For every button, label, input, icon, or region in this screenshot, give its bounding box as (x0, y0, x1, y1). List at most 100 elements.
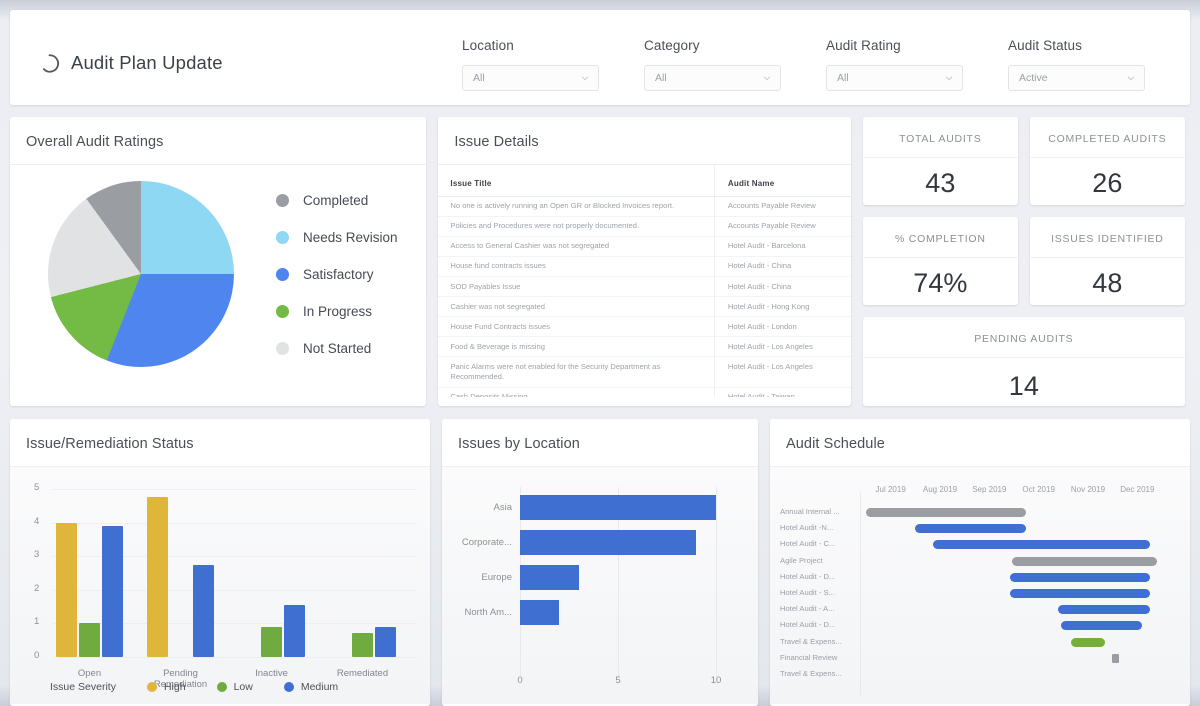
x-axis-category: Remediated (336, 668, 389, 679)
kpi-issues-identified[interactable]: ISSUES IDENTIFIED 48 (1029, 217, 1185, 305)
bar[interactable] (520, 600, 560, 625)
legend-item[interactable]: Satisfactory (276, 267, 398, 282)
kpi-pending-audits-label: PENDING AUDITS (974, 333, 1074, 345)
pie-slices (48, 181, 234, 367)
legend-item[interactable]: Completed (276, 193, 398, 208)
gantt-task-label: Hotel Audit -N... (780, 523, 834, 533)
cell-audit-name: Hotel Audit - Barcelona (714, 236, 851, 258)
y-axis-tick: 5 (34, 482, 40, 493)
table-row[interactable]: Cash Deposits Missing Hotel Audit - Taiwa… (438, 387, 851, 397)
bar-high[interactable] (56, 522, 77, 657)
legend-item[interactable]: Not Started (276, 341, 398, 356)
gantt-task-label: Financial Review (780, 652, 838, 662)
filter-category-select[interactable]: All (644, 65, 781, 91)
issue-details-table-scroll[interactable]: Issue Title Audit Name No one is activel… (438, 165, 851, 397)
cell-issue-title: Access to General Cashier was not segreg… (438, 236, 715, 258)
gantt-bar[interactable] (1011, 556, 1158, 566)
gantt-bar[interactable] (866, 508, 1027, 517)
brand: Audit Plan Update (39, 52, 437, 74)
gantt-bar[interactable] (1010, 572, 1150, 582)
kpi-total-audits-value: 43 (925, 168, 956, 198)
pie-chart: Completed Needs Revision Satisfactory In… (10, 165, 426, 367)
filter-audit-status-select[interactable]: Active (1008, 65, 1145, 91)
gantt-task-label: Travel & Expens... (780, 636, 842, 646)
filter-location: Location All (462, 38, 644, 91)
cell-issue-title: Cash Deposits Missing (438, 387, 715, 397)
filter-location-label: Location (462, 38, 514, 53)
gantt-bar[interactable] (932, 540, 1150, 550)
kpi-total-audits[interactable]: TOTAL AUDITS 43 (862, 117, 1018, 205)
table-row[interactable]: Policies and Procedures were not properl… (438, 216, 851, 238)
gantt-bar[interactable] (1111, 653, 1119, 663)
gantt-task-label: Hotel Audit - S... (780, 588, 835, 597)
cell-audit-name: Accounts Payable Review (714, 216, 851, 238)
cell-audit-name: Accounts Payable Review (714, 196, 851, 218)
table-row[interactable]: House Fund Contracts issues Hotel Audit -… (438, 316, 851, 338)
x-axis-tick: 0 (517, 675, 523, 686)
table-row[interactable]: Panic Alarms were not enabled for the Se… (438, 356, 851, 388)
bar[interactable] (520, 565, 579, 590)
legend-swatch-not-started (276, 341, 289, 355)
kpi-percent-completion[interactable]: % COMPLETION 74% (862, 217, 1018, 305)
column-header-audit-name: Audit Name (714, 165, 851, 197)
kpi-percent-completion-value: 74% (913, 268, 968, 298)
table-row[interactable]: Cashier was not segregated Hotel Audit - … (438, 296, 851, 318)
legend-item[interactable]: Needs Revision (276, 230, 398, 245)
gantt-task-label: Hotel Audit - D... (780, 620, 836, 630)
gantt-bar[interactable] (915, 524, 1027, 534)
legend-swatch (283, 682, 294, 692)
gridline (52, 489, 416, 490)
filter-audit-rating-select[interactable]: All (826, 65, 963, 91)
overall-audit-ratings-title: Overall Audit Ratings (10, 117, 427, 165)
remediation-bar-chart: 5 4 3 2 1 0 Open Pending Remediation Inactive Reme… (10, 467, 430, 704)
filter-category-value: All (655, 72, 667, 84)
y-axis-tick: 1 (34, 616, 40, 628)
table-row[interactable]: House fund contracts issues Hotel Audit -… (438, 256, 851, 278)
gantt-bar[interactable] (1070, 637, 1106, 647)
bar-high[interactable] (147, 497, 168, 657)
gantt-bar[interactable] (1010, 589, 1150, 598)
bar-low[interactable] (261, 626, 282, 657)
table-row[interactable]: SOD Payables Issue Hotel Audit - China (438, 276, 851, 298)
bar-medium[interactable] (284, 604, 305, 657)
bar-low[interactable] (352, 633, 373, 657)
issue-remediation-status-title: Issue/Remediation Status (10, 419, 430, 467)
cell-issue-title: No one is actively running an Open GR or… (438, 196, 715, 218)
filter-audit-status: Audit Status Active (1008, 38, 1190, 91)
kpi-completed-audits[interactable]: COMPLETED AUDITS 26 (1029, 117, 1185, 205)
legend-item-low[interactable]: Low (216, 681, 253, 693)
filter-category-label: Category (644, 38, 700, 53)
table-row[interactable]: Food & Beverage is missing Hotel Audit - … (438, 336, 851, 358)
gridline (716, 487, 717, 677)
legend-swatch-needs-revision (276, 230, 289, 244)
bar-medium[interactable] (102, 525, 123, 657)
filter-audit-rating-label: Audit Rating (826, 38, 901, 53)
filter-audit-rating-value: All (837, 72, 849, 84)
legend-item-high[interactable]: High (146, 681, 186, 693)
issue-details-card: Issue Details Issue Title Audit Name No … (438, 117, 851, 406)
gridline (52, 657, 416, 658)
filter-location-value: All (473, 72, 485, 84)
table-row[interactable]: Access to General Cashier was not segreg… (438, 236, 851, 258)
gantt-bar[interactable] (1058, 605, 1150, 615)
legend-label: High (163, 681, 186, 693)
gantt-bar[interactable] (1060, 621, 1143, 631)
bar[interactable] (520, 530, 697, 555)
filter-location-select[interactable]: All (462, 65, 599, 91)
legend-item[interactable]: In Progress (276, 304, 398, 319)
bar-medium[interactable] (193, 564, 214, 657)
filter-bar: Location All Category All Audit Rating A… (437, 38, 1190, 91)
cell-issue-title: House fund contracts issues (438, 256, 715, 278)
gantt-task-label: Agile Project (780, 555, 823, 565)
legend-item-medium[interactable]: Medium (283, 681, 338, 693)
legend-swatch (216, 682, 227, 692)
kpi-pending-audits-value: 14 (1008, 371, 1039, 401)
bar[interactable] (520, 495, 716, 520)
table-row[interactable]: No one is actively running an Open GR or… (438, 196, 851, 218)
bar-medium[interactable] (375, 626, 396, 657)
time-axis-label: Oct 2019 (1022, 485, 1055, 494)
bar-low[interactable] (79, 623, 100, 657)
kpi-pending-audits[interactable]: PENDING AUDITS 14 (862, 317, 1185, 406)
time-axis-label: Jul 2019 (875, 485, 906, 494)
issues-by-location-title: Issues by Location (442, 419, 758, 467)
